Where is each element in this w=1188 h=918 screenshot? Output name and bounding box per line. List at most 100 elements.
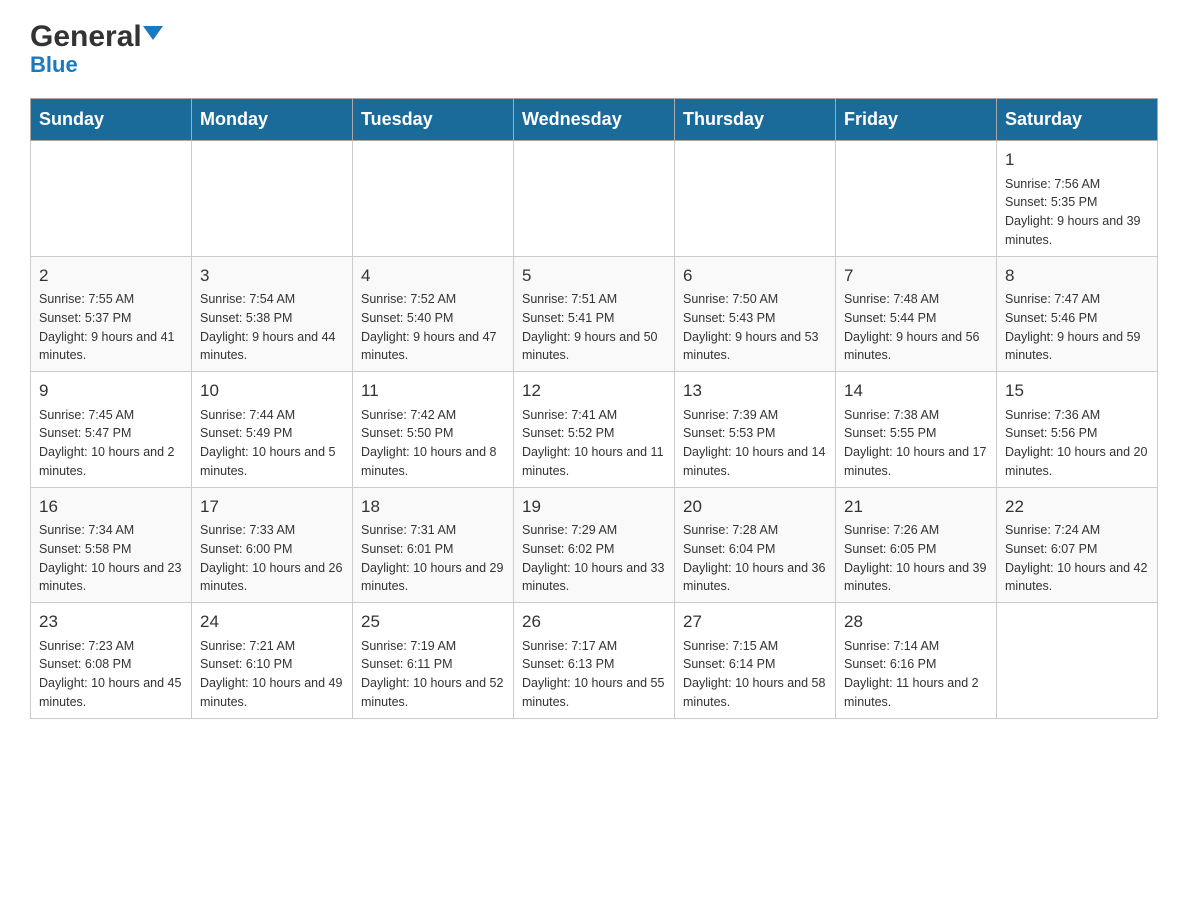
page-header: General Blue xyxy=(30,20,1158,78)
header-friday: Friday xyxy=(836,99,997,141)
day-info: Sunrise: 7:31 AM Sunset: 6:01 PM Dayligh… xyxy=(361,521,505,596)
calendar-day: 9Sunrise: 7:45 AM Sunset: 5:47 PM Daylig… xyxy=(31,372,192,488)
day-number: 20 xyxy=(683,494,827,520)
calendar-header-row: Sunday Monday Tuesday Wednesday Thursday… xyxy=(31,99,1158,141)
day-number: 6 xyxy=(683,263,827,289)
calendar-day: 24Sunrise: 7:21 AM Sunset: 6:10 PM Dayli… xyxy=(192,603,353,719)
calendar-week-4: 16Sunrise: 7:34 AM Sunset: 5:58 PM Dayli… xyxy=(31,487,1158,603)
calendar-day: 28Sunrise: 7:14 AM Sunset: 6:16 PM Dayli… xyxy=(836,603,997,719)
calendar-day: 14Sunrise: 7:38 AM Sunset: 5:55 PM Dayli… xyxy=(836,372,997,488)
day-info: Sunrise: 7:54 AM Sunset: 5:38 PM Dayligh… xyxy=(200,290,344,365)
calendar-day: 6Sunrise: 7:50 AM Sunset: 5:43 PM Daylig… xyxy=(675,256,836,372)
calendar-week-5: 23Sunrise: 7:23 AM Sunset: 6:08 PM Dayli… xyxy=(31,603,1158,719)
calendar-day: 18Sunrise: 7:31 AM Sunset: 6:01 PM Dayli… xyxy=(353,487,514,603)
day-number: 23 xyxy=(39,609,183,635)
day-number: 12 xyxy=(522,378,666,404)
calendar-day: 8Sunrise: 7:47 AM Sunset: 5:46 PM Daylig… xyxy=(997,256,1158,372)
day-number: 2 xyxy=(39,263,183,289)
calendar-day: 23Sunrise: 7:23 AM Sunset: 6:08 PM Dayli… xyxy=(31,603,192,719)
calendar-week-1: 1Sunrise: 7:56 AM Sunset: 5:35 PM Daylig… xyxy=(31,141,1158,257)
header-thursday: Thursday xyxy=(675,99,836,141)
calendar-day xyxy=(836,141,997,257)
logo-blue-label: Blue xyxy=(30,52,78,78)
calendar-day: 21Sunrise: 7:26 AM Sunset: 6:05 PM Dayli… xyxy=(836,487,997,603)
calendar-week-3: 9Sunrise: 7:45 AM Sunset: 5:47 PM Daylig… xyxy=(31,372,1158,488)
header-sunday: Sunday xyxy=(31,99,192,141)
day-number: 8 xyxy=(1005,263,1149,289)
calendar-day: 7Sunrise: 7:48 AM Sunset: 5:44 PM Daylig… xyxy=(836,256,997,372)
calendar-day: 26Sunrise: 7:17 AM Sunset: 6:13 PM Dayli… xyxy=(514,603,675,719)
day-info: Sunrise: 7:15 AM Sunset: 6:14 PM Dayligh… xyxy=(683,637,827,712)
day-info: Sunrise: 7:38 AM Sunset: 5:55 PM Dayligh… xyxy=(844,406,988,481)
day-number: 18 xyxy=(361,494,505,520)
day-info: Sunrise: 7:33 AM Sunset: 6:00 PM Dayligh… xyxy=(200,521,344,596)
day-info: Sunrise: 7:36 AM Sunset: 5:56 PM Dayligh… xyxy=(1005,406,1149,481)
day-number: 14 xyxy=(844,378,988,404)
calendar-day: 10Sunrise: 7:44 AM Sunset: 5:49 PM Dayli… xyxy=(192,372,353,488)
header-monday: Monday xyxy=(192,99,353,141)
calendar-day xyxy=(997,603,1158,719)
day-number: 28 xyxy=(844,609,988,635)
calendar-day: 13Sunrise: 7:39 AM Sunset: 5:53 PM Dayli… xyxy=(675,372,836,488)
day-number: 7 xyxy=(844,263,988,289)
calendar-day: 2Sunrise: 7:55 AM Sunset: 5:37 PM Daylig… xyxy=(31,256,192,372)
day-info: Sunrise: 7:47 AM Sunset: 5:46 PM Dayligh… xyxy=(1005,290,1149,365)
calendar-day xyxy=(353,141,514,257)
calendar-day: 16Sunrise: 7:34 AM Sunset: 5:58 PM Dayli… xyxy=(31,487,192,603)
calendar-day: 3Sunrise: 7:54 AM Sunset: 5:38 PM Daylig… xyxy=(192,256,353,372)
day-number: 11 xyxy=(361,378,505,404)
day-number: 1 xyxy=(1005,147,1149,173)
day-number: 26 xyxy=(522,609,666,635)
day-number: 22 xyxy=(1005,494,1149,520)
day-number: 4 xyxy=(361,263,505,289)
calendar-day xyxy=(31,141,192,257)
day-info: Sunrise: 7:55 AM Sunset: 5:37 PM Dayligh… xyxy=(39,290,183,365)
calendar-day xyxy=(192,141,353,257)
day-info: Sunrise: 7:48 AM Sunset: 5:44 PM Dayligh… xyxy=(844,290,988,365)
day-number: 9 xyxy=(39,378,183,404)
day-info: Sunrise: 7:56 AM Sunset: 5:35 PM Dayligh… xyxy=(1005,175,1149,250)
day-info: Sunrise: 7:14 AM Sunset: 6:16 PM Dayligh… xyxy=(844,637,988,712)
day-info: Sunrise: 7:24 AM Sunset: 6:07 PM Dayligh… xyxy=(1005,521,1149,596)
day-number: 17 xyxy=(200,494,344,520)
calendar-day: 22Sunrise: 7:24 AM Sunset: 6:07 PM Dayli… xyxy=(997,487,1158,603)
day-number: 24 xyxy=(200,609,344,635)
header-tuesday: Tuesday xyxy=(353,99,514,141)
day-number: 19 xyxy=(522,494,666,520)
day-number: 15 xyxy=(1005,378,1149,404)
calendar-day: 20Sunrise: 7:28 AM Sunset: 6:04 PM Dayli… xyxy=(675,487,836,603)
calendar-day: 27Sunrise: 7:15 AM Sunset: 6:14 PM Dayli… xyxy=(675,603,836,719)
day-info: Sunrise: 7:41 AM Sunset: 5:52 PM Dayligh… xyxy=(522,406,666,481)
day-info: Sunrise: 7:19 AM Sunset: 6:11 PM Dayligh… xyxy=(361,637,505,712)
calendar-day: 19Sunrise: 7:29 AM Sunset: 6:02 PM Dayli… xyxy=(514,487,675,603)
calendar-day: 25Sunrise: 7:19 AM Sunset: 6:11 PM Dayli… xyxy=(353,603,514,719)
day-number: 5 xyxy=(522,263,666,289)
header-saturday: Saturday xyxy=(997,99,1158,141)
day-info: Sunrise: 7:23 AM Sunset: 6:08 PM Dayligh… xyxy=(39,637,183,712)
calendar-table: Sunday Monday Tuesday Wednesday Thursday… xyxy=(30,98,1158,719)
calendar-day: 12Sunrise: 7:41 AM Sunset: 5:52 PM Dayli… xyxy=(514,372,675,488)
day-number: 21 xyxy=(844,494,988,520)
logo: General Blue xyxy=(30,20,163,78)
day-number: 3 xyxy=(200,263,344,289)
day-info: Sunrise: 7:34 AM Sunset: 5:58 PM Dayligh… xyxy=(39,521,183,596)
day-number: 13 xyxy=(683,378,827,404)
day-number: 16 xyxy=(39,494,183,520)
day-info: Sunrise: 7:51 AM Sunset: 5:41 PM Dayligh… xyxy=(522,290,666,365)
calendar-day: 1Sunrise: 7:56 AM Sunset: 5:35 PM Daylig… xyxy=(997,141,1158,257)
calendar-day: 17Sunrise: 7:33 AM Sunset: 6:00 PM Dayli… xyxy=(192,487,353,603)
calendar-day: 5Sunrise: 7:51 AM Sunset: 5:41 PM Daylig… xyxy=(514,256,675,372)
day-info: Sunrise: 7:26 AM Sunset: 6:05 PM Dayligh… xyxy=(844,521,988,596)
calendar-week-2: 2Sunrise: 7:55 AM Sunset: 5:37 PM Daylig… xyxy=(31,256,1158,372)
day-info: Sunrise: 7:42 AM Sunset: 5:50 PM Dayligh… xyxy=(361,406,505,481)
calendar-day: 15Sunrise: 7:36 AM Sunset: 5:56 PM Dayli… xyxy=(997,372,1158,488)
day-info: Sunrise: 7:21 AM Sunset: 6:10 PM Dayligh… xyxy=(200,637,344,712)
day-number: 25 xyxy=(361,609,505,635)
day-info: Sunrise: 7:28 AM Sunset: 6:04 PM Dayligh… xyxy=(683,521,827,596)
logo-general-text: General xyxy=(30,20,142,54)
day-info: Sunrise: 7:39 AM Sunset: 5:53 PM Dayligh… xyxy=(683,406,827,481)
day-number: 10 xyxy=(200,378,344,404)
calendar-day xyxy=(675,141,836,257)
day-info: Sunrise: 7:44 AM Sunset: 5:49 PM Dayligh… xyxy=(200,406,344,481)
calendar-day xyxy=(514,141,675,257)
